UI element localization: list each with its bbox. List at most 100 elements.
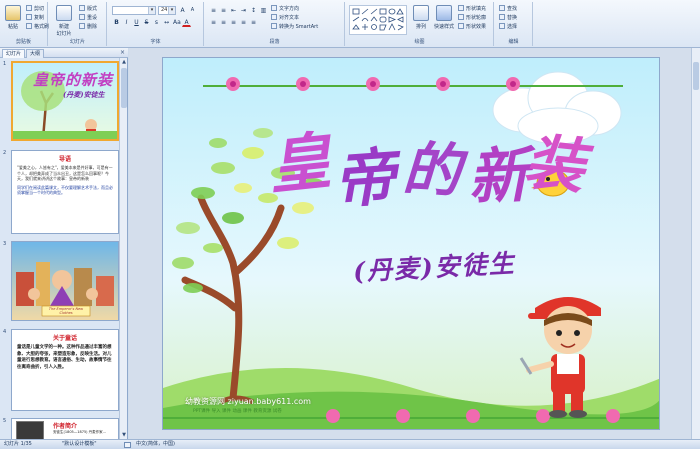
editing-group: 查找 替换 选择 编辑 <box>495 2 533 46</box>
copy-button[interactable]: 复制 <box>26 14 44 22</box>
slide-position: 幻灯片 1/35 <box>4 441 32 447</box>
watermark-tags: PPT课件 导入 课件 动画 课件 教育资源 试卷 <box>193 409 282 414</box>
arrange-button[interactable]: 排列 <box>410 5 432 35</box>
chevron-down-icon[interactable]: ▾ <box>168 7 175 14</box>
italic-icon[interactable]: I <box>122 18 131 27</box>
reset-button[interactable]: 重设 <box>79 14 97 22</box>
shadow-icon[interactable]: s <box>152 18 161 27</box>
slide-thumbnail-3[interactable]: The Emperor's New Clothes <box>11 241 119 321</box>
decrease-indent-icon[interactable]: ⇤ <box>229 6 238 15</box>
thumbnail-number: 1 <box>3 61 7 67</box>
font-style-tools: B I U S s ↔ Aa A <box>112 18 191 27</box>
slide-title-char[interactable]: 装 <box>521 113 590 206</box>
slide-title-char[interactable]: 皇 <box>263 110 334 206</box>
slide-title-char[interactable]: 新 <box>466 126 530 216</box>
grow-font-icon[interactable]: A <box>178 6 187 15</box>
current-slide[interactable]: 皇 帝 的 新 装 (丹麦)安徒生 幼教资源网 ziyuan.baby611.c… <box>162 57 660 430</box>
smartart-button[interactable]: 转换为 SmartArt <box>271 23 318 31</box>
paint-bucket-icon <box>458 5 464 11</box>
reset-icon <box>79 14 85 20</box>
distribute-icon[interactable]: ≡ <box>249 18 258 27</box>
slide-thumbnail-4[interactable]: 关于童话 童话是儿童文学的一种。这种作品通过丰富的想象、大胆的夸张，来塑造形象，… <box>11 329 119 411</box>
numbering-icon[interactable]: ≡ <box>219 6 228 15</box>
increase-indent-icon[interactable]: ⇥ <box>239 6 248 15</box>
text-direction-button[interactable]: 文字方向 <box>271 5 299 13</box>
scrollbar-thumb[interactable] <box>693 62 699 90</box>
bold-icon[interactable]: B <box>112 18 121 27</box>
shape-effects-button[interactable]: 形状效果 <box>458 23 486 31</box>
font-color-icon[interactable]: A <box>182 18 191 27</box>
editor-scrollbar[interactable] <box>691 48 700 439</box>
change-case-icon[interactable]: Aa <box>172 18 181 27</box>
thumbnail-heading: 作者简介 <box>53 423 78 430</box>
delete-button[interactable]: 删除 <box>79 23 97 31</box>
shapes-gallery[interactable] <box>349 5 407 35</box>
clipboard-group: 粘贴 剪切 复制 格式刷 剪贴板 <box>0 2 49 46</box>
underline-icon[interactable]: U <box>132 18 141 27</box>
align-tools: ≡ ≡ ≡ ≡ ≡ <box>209 18 258 27</box>
thumbnail-title: 皇帝的新装 <box>33 71 114 89</box>
thumbnail-heading: 导语 <box>58 156 71 163</box>
pane-tabs: 幻灯片 大纲 × <box>0 48 128 58</box>
list-tools: ≡ ≡ ⇤ ⇥ ↕ ▥ <box>209 6 268 15</box>
thumbnail-body: 童话是儿童文学的一种。这种作品通过丰富的想象、大胆的夸张，来塑造形象，反映生活。… <box>17 345 112 370</box>
font-size-combo[interactable]: 24 ▾ <box>158 6 176 15</box>
cut-button[interactable]: 剪切 <box>26 5 44 13</box>
slide-artwork <box>163 71 659 429</box>
smartart-icon <box>271 23 277 29</box>
clipboard-icon <box>5 5 21 21</box>
justify-icon[interactable]: ≡ <box>239 18 248 27</box>
thumbnail-number: 2 <box>3 150 7 156</box>
font-name-combo[interactable]: ▾ <box>112 6 156 15</box>
shape-outline-button[interactable]: 形状轮廓 <box>458 14 486 22</box>
shape-fill-button[interactable]: 形状填充 <box>458 5 486 13</box>
quick-styles-button[interactable]: 快速样式 <box>432 5 456 35</box>
editing-group-label: 编辑 <box>508 39 519 45</box>
columns-icon[interactable]: ▥ <box>259 6 268 15</box>
select-button[interactable]: 选择 <box>499 23 517 31</box>
font-size-tools: A A <box>178 6 197 15</box>
line-spacing-icon[interactable]: ↕ <box>249 6 258 15</box>
slide-thumbnail-1[interactable]: 皇帝的新装 (丹麦)安徒生 <box>11 61 119 141</box>
shapes-gallery-icons <box>352 8 404 31</box>
align-right-icon[interactable]: ≡ <box>229 18 238 27</box>
char-spacing-icon[interactable]: ↔ <box>162 18 171 27</box>
spell-check-icon[interactable] <box>124 442 131 448</box>
pen-icon <box>458 14 464 20</box>
ribbon: 粘贴 剪切 复制 格式刷 剪贴板 新建 幻灯片 版式 重设 删除 幻灯片 ▾ 2… <box>0 0 700 48</box>
tab-slides[interactable]: 幻灯片 <box>2 49 26 58</box>
scroll-down-icon[interactable]: ▼ <box>120 431 128 439</box>
theme-name: "默认设计模板" <box>62 441 97 447</box>
align-center-icon[interactable]: ≡ <box>219 18 228 27</box>
align-left-icon[interactable]: ≡ <box>209 18 218 27</box>
strikethrough-icon[interactable]: S <box>142 18 151 27</box>
format-painter-button[interactable]: 格式刷 <box>26 23 49 31</box>
slide-thumbnail-2[interactable]: 导语 "爱美之心，人皆有之"，爱美本来是件好事，可是有一个人，却把美弄成了当众出… <box>11 150 119 234</box>
font-group: ▾ 24 ▾ A A B I U S s ↔ Aa A 字体 <box>108 2 204 46</box>
language[interactable]: 中文(简体，中国) <box>136 440 175 449</box>
slides-pane: 幻灯片 大纲 × 1 皇帝的新装 (丹麦)安徒生 2 导语 "爱美之心，人皆有之… <box>0 48 128 439</box>
bullets-icon[interactable]: ≡ <box>209 6 218 15</box>
align-text-button[interactable]: 对齐文本 <box>271 14 299 22</box>
thumbnail-scrollbar[interactable]: ▲ ▼ <box>119 58 127 439</box>
shrink-font-icon[interactable]: A <box>188 6 197 15</box>
thumbnail-list: 1 皇帝的新装 (丹麦)安徒生 2 导语 "爱美之心，人皆有之"，爱美本来是件好… <box>0 58 120 439</box>
close-icon[interactable]: × <box>120 49 125 56</box>
slide-title-char[interactable]: 的 <box>401 122 463 209</box>
slide-thumbnail-5[interactable]: 作者简介 安徒生(1805—1875) 丹麦作家... <box>11 418 119 439</box>
replace-button[interactable]: 替换 <box>499 14 517 22</box>
paragraph-group-label: 段落 <box>269 39 280 45</box>
tab-outline[interactable]: 大纲 <box>26 49 45 58</box>
layout-icon <box>79 5 85 11</box>
drawing-group: 排列 快速样式 形状填充 形状轮廓 形状效果 绘图 <box>346 2 494 46</box>
slide-title-char[interactable]: 帝 <box>330 126 398 220</box>
copy-icon <box>26 14 32 20</box>
thumbnail-body: "爱美之心，人皆有之"，爱美本来是件好事，可是有一个人，却把美弄成了当众出丑，这… <box>17 165 113 181</box>
scroll-up-icon[interactable]: ▲ <box>120 58 128 66</box>
paste-button[interactable]: 粘贴 <box>2 5 24 35</box>
new-slide-button[interactable]: 新建 幻灯片 <box>53 5 75 37</box>
chevron-down-icon[interactable]: ▾ <box>148 7 155 14</box>
find-button[interactable]: 查找 <box>499 5 517 13</box>
layout-button[interactable]: 版式 <box>79 5 97 13</box>
scrollbar-thumb[interactable] <box>121 68 127 108</box>
